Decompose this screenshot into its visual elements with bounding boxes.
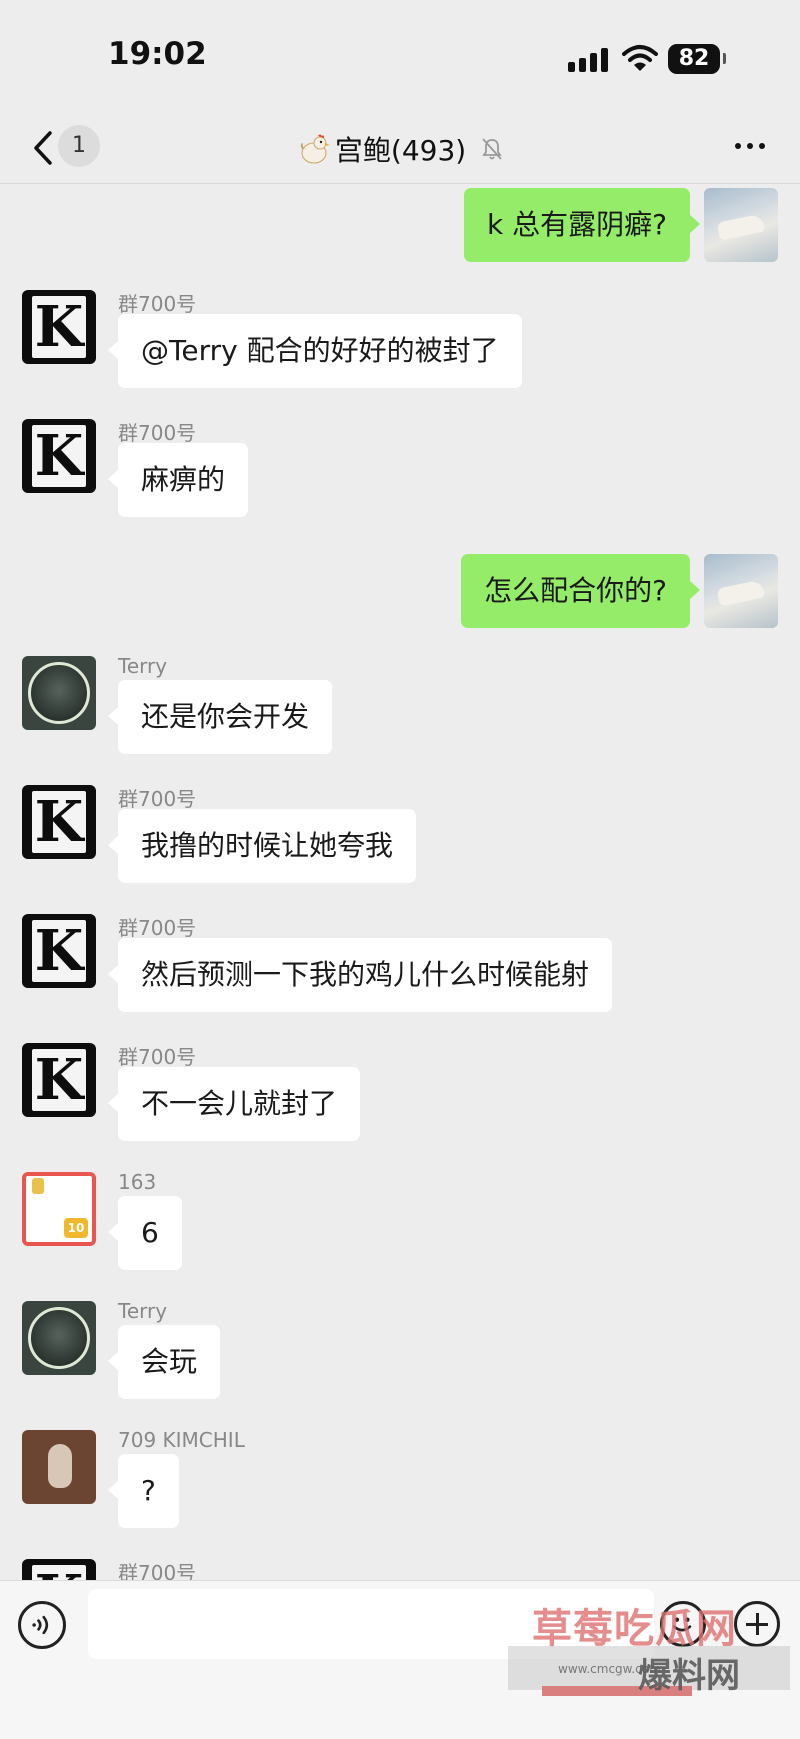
sender-avatar[interactable] bbox=[22, 1430, 96, 1504]
sender-name: 群700号 bbox=[118, 1561, 197, 1580]
chat-header: 1 宫鲍(493) bbox=[0, 115, 800, 184]
chicken-emoji-icon bbox=[300, 134, 330, 164]
voice-input-icon[interactable] bbox=[18, 1601, 66, 1649]
watermark-banner: www.cmcgw.com 爆料网 bbox=[508, 1646, 790, 1696]
message-bubble[interactable]: ? bbox=[108, 1454, 179, 1528]
message-bubble[interactable]: 然后预测一下我的鸡儿什么时候能射 bbox=[107, 938, 613, 1012]
message-bubble[interactable]: 不一会儿就封了 bbox=[107, 1067, 361, 1141]
sender-name: 709 KIMCHIL bbox=[118, 1428, 245, 1452]
chat-title-text: 宫鲍(493) bbox=[334, 134, 467, 167]
watermark-subtitle: 爆料网 bbox=[638, 1656, 740, 1696]
tag-icon: 10 bbox=[64, 1218, 88, 1238]
status-bar: 19:02 82 bbox=[0, 0, 800, 115]
message-bubble[interactable]: 麻痹的 bbox=[107, 443, 249, 517]
k-logo-icon: K bbox=[32, 791, 86, 853]
sender-avatar[interactable]: K bbox=[22, 914, 96, 988]
my-avatar[interactable] bbox=[704, 554, 778, 628]
terry-avatar-icon bbox=[28, 1307, 90, 1369]
message-bubble[interactable]: 6 bbox=[108, 1196, 182, 1270]
message-bubble[interactable]: 我撸的时候让她夸我 bbox=[107, 809, 417, 883]
mute-bell-icon bbox=[482, 138, 502, 160]
wifi-icon bbox=[622, 45, 658, 71]
sender-avatar[interactable]: K bbox=[22, 290, 96, 364]
k-logo-icon: K bbox=[32, 296, 86, 358]
sender-name: 群700号 bbox=[118, 787, 197, 811]
message-bubble[interactable]: @Terry 配合的好好的被封了 bbox=[108, 314, 522, 388]
sender-avatar[interactable]: K bbox=[22, 1559, 96, 1580]
k-logo-icon: K bbox=[32, 425, 86, 487]
chat-title[interactable]: 宫鲍(493) bbox=[0, 129, 800, 169]
battery-indicator: 82 bbox=[668, 44, 726, 74]
more-options-icon[interactable] bbox=[730, 129, 770, 163]
k-logo-icon: K bbox=[32, 1049, 86, 1111]
message-list[interactable]: k 总有露阴癖? K 群700号 @Terry 配合的好好的被封了 K 群700… bbox=[0, 184, 800, 1580]
sender-avatar[interactable] bbox=[22, 1301, 96, 1375]
sender-name: 群700号 bbox=[118, 916, 197, 940]
my-avatar[interactable] bbox=[704, 188, 778, 262]
message-bubble[interactable]: 怎么配合你的? bbox=[461, 554, 700, 628]
badge-icon bbox=[32, 1178, 44, 1194]
cat-face-icon bbox=[48, 1444, 72, 1488]
sender-name: Terry bbox=[118, 654, 168, 678]
sender-avatar[interactable]: K bbox=[22, 1043, 96, 1117]
sender-name: Terry bbox=[118, 1299, 168, 1323]
signal-icon bbox=[568, 48, 608, 72]
sender-avatar[interactable]: K bbox=[22, 785, 96, 859]
terry-avatar-icon bbox=[28, 662, 90, 724]
sender-name: 群700号 bbox=[118, 421, 197, 445]
status-time: 19:02 bbox=[108, 36, 207, 72]
k-logo-icon: K bbox=[32, 920, 86, 982]
k-logo-icon: K bbox=[32, 1565, 86, 1580]
message-bubble[interactable]: 会玩 bbox=[107, 1325, 221, 1399]
watermark: 草莓吃瓜网 www.cmcgw.com 爆料网 bbox=[508, 1596, 790, 1696]
sender-name: 163 bbox=[118, 1170, 157, 1194]
sender-avatar[interactable]: K bbox=[22, 419, 96, 493]
message-bubble[interactable]: k 总有露阴癖? bbox=[464, 188, 700, 262]
sender-avatar[interactable]: 10 bbox=[22, 1172, 96, 1246]
message-bubble[interactable]: 还是你会开发 bbox=[107, 680, 333, 754]
sender-name: 群700号 bbox=[118, 1045, 197, 1069]
sender-avatar[interactable] bbox=[22, 656, 96, 730]
sender-name: 群700号 bbox=[118, 292, 197, 316]
